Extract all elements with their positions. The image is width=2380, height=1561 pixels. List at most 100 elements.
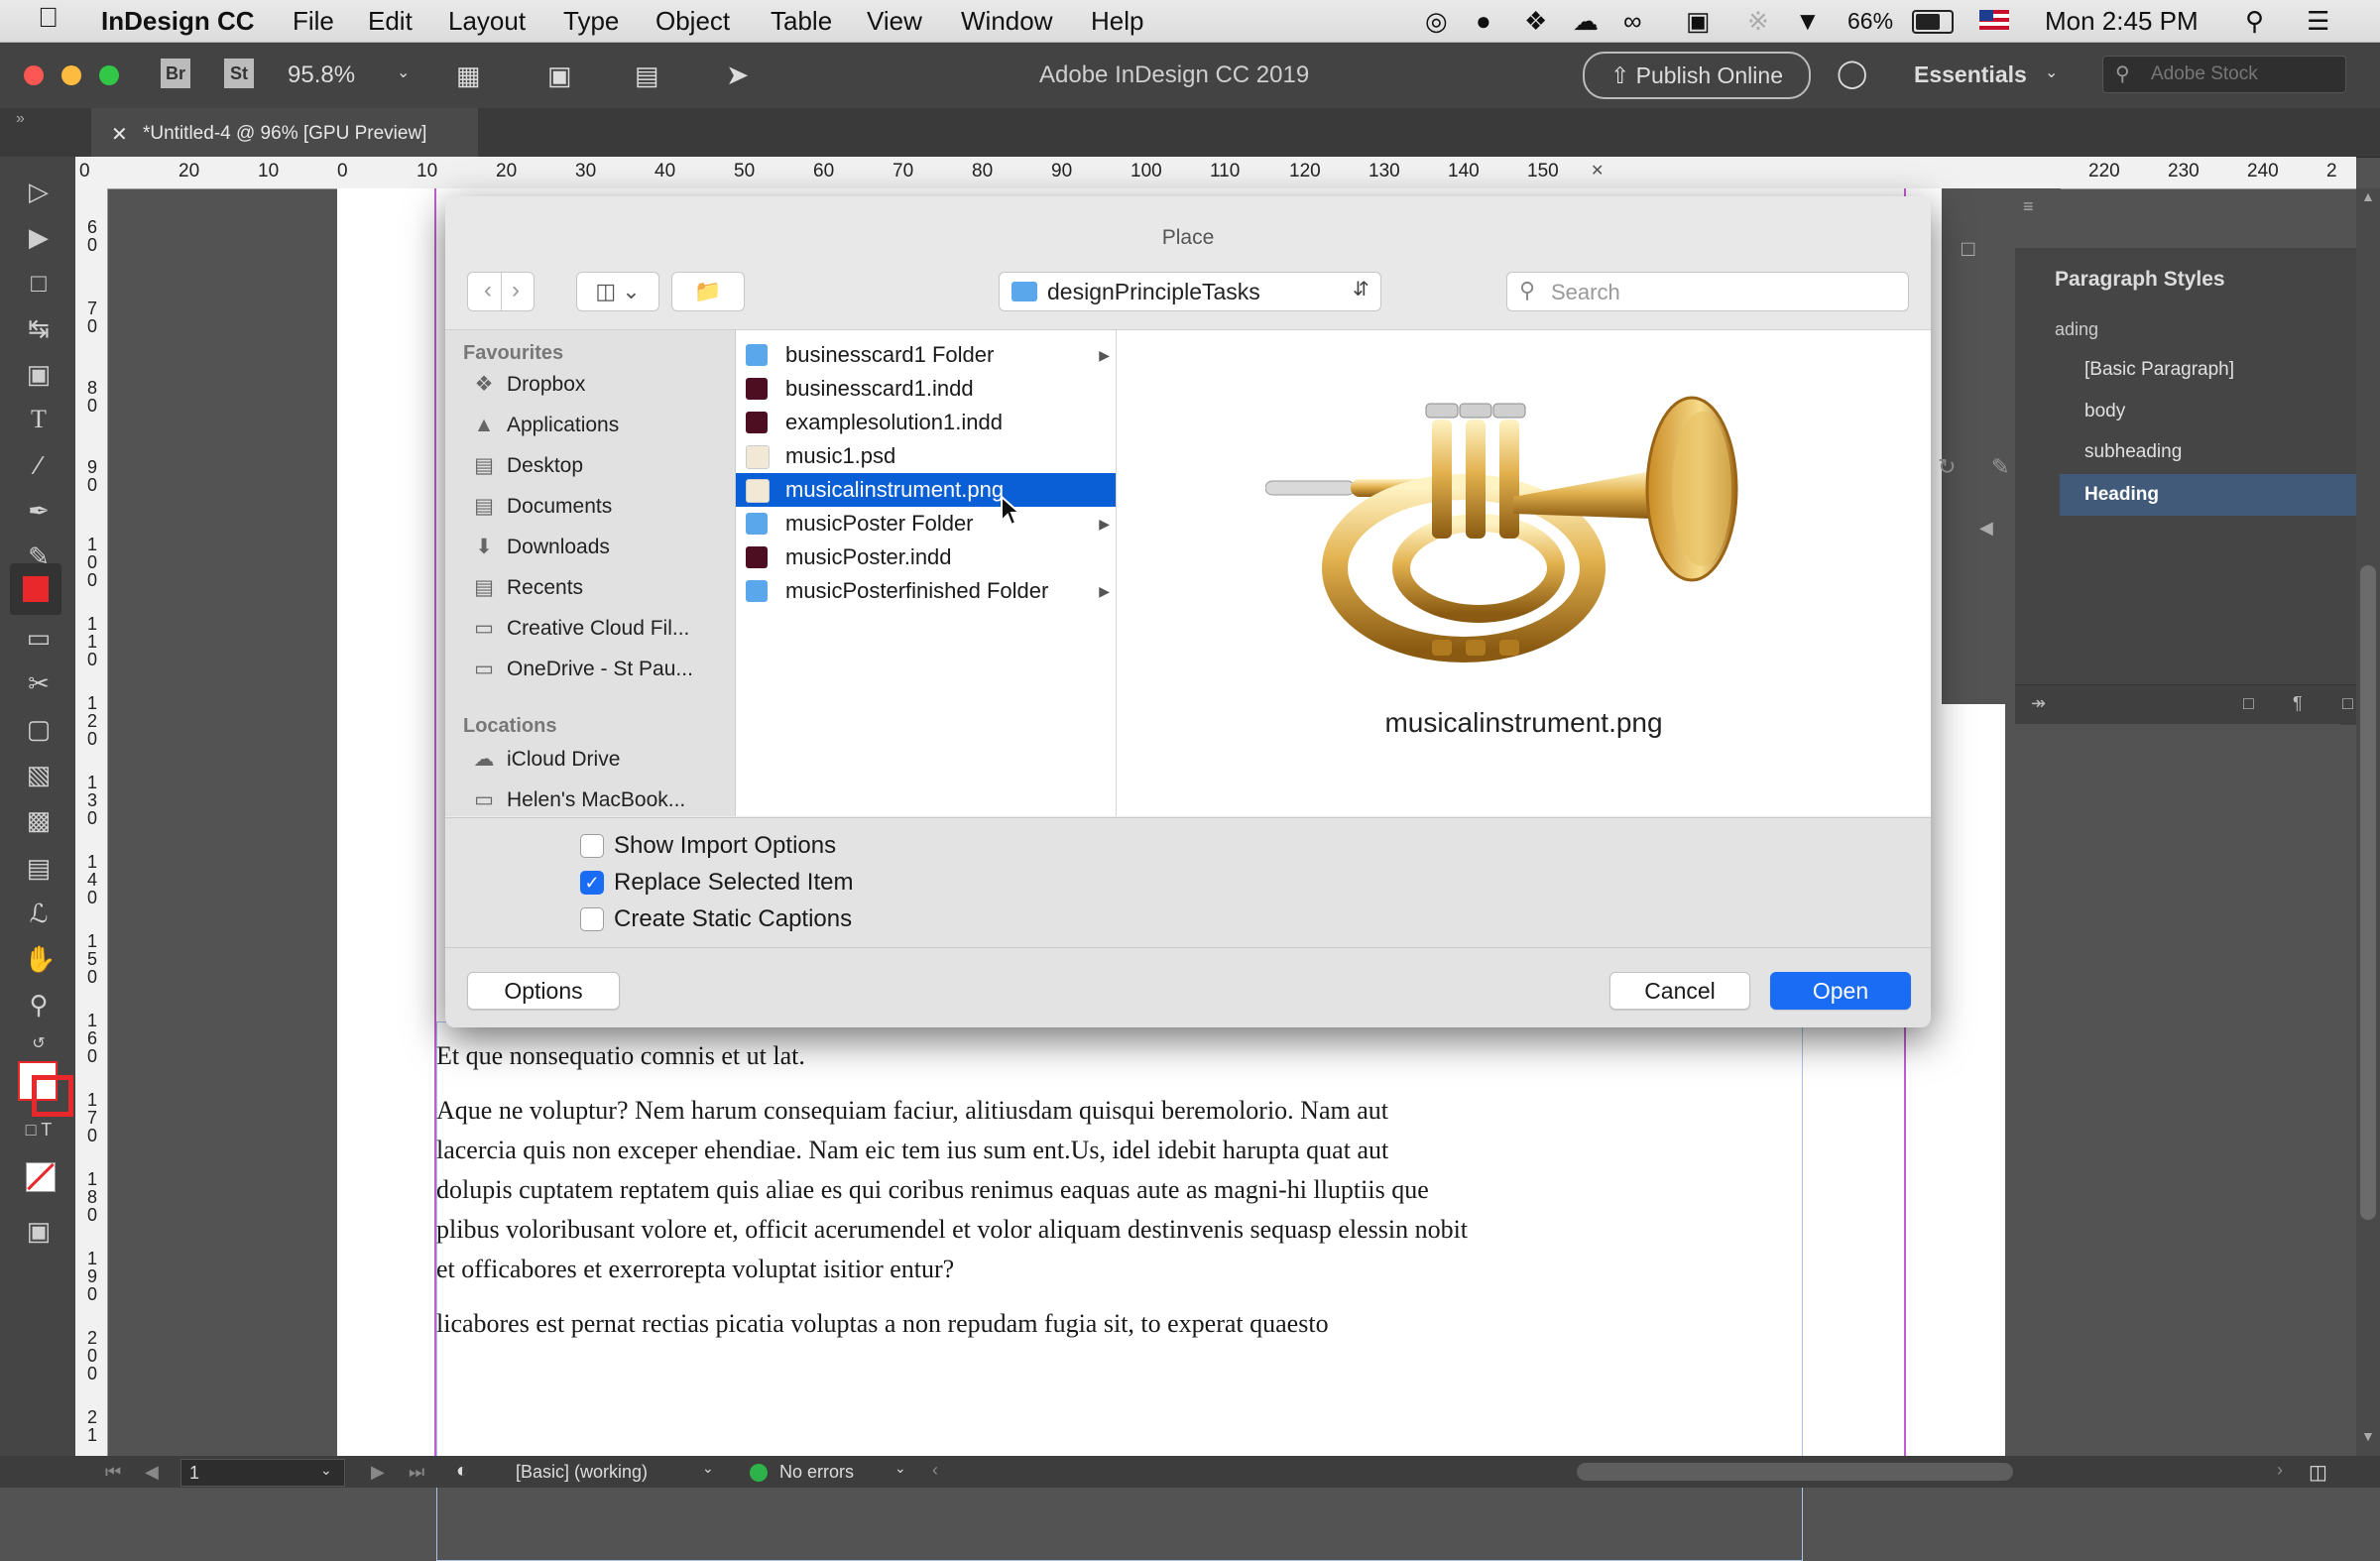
- creative-cloud-icon[interactable]: ◎: [1425, 6, 1448, 37]
- prev-arrow-icon[interactable]: ◀: [1979, 518, 1993, 539]
- file-item[interactable]: musicPoster Folder ▶: [736, 507, 1116, 540]
- close-window-icon[interactable]: [24, 65, 44, 85]
- sidebar-item-downloads[interactable]: ⬇ Downloads: [471, 531, 610, 564]
- adobe-cc-icon[interactable]: ∞: [1623, 6, 1642, 37]
- style-basic-paragraph[interactable]: [Basic Paragraph]: [2084, 359, 2234, 381]
- open-button[interactable]: Open: [1770, 972, 1911, 1010]
- minimize-window-icon[interactable]: [61, 65, 81, 85]
- sidebar-item-desktop[interactable]: ▤ Desktop: [471, 449, 583, 483]
- next-page-icon[interactable]: ▶: [371, 1462, 385, 1483]
- file-item[interactable]: musicPosterfinished Folder ▶: [736, 574, 1116, 608]
- cancel-button[interactable]: Cancel: [1609, 972, 1750, 1010]
- new-style-icon[interactable]: □: [2342, 693, 2353, 714]
- wifi-icon[interactable]: ▼: [1795, 6, 1821, 37]
- frame-tool-active[interactable]: [10, 563, 61, 615]
- menu-window[interactable]: Window: [961, 6, 1052, 37]
- notification-center-icon[interactable]: ☰: [2307, 6, 2329, 37]
- file-item[interactable]: music1.psd: [736, 439, 1116, 473]
- arrange-documents-icon[interactable]: ▤: [635, 60, 659, 91]
- style-overrides-icon[interactable]: ↠: [2031, 693, 2046, 714]
- sidebar-item-applications[interactable]: ▲ Applications: [471, 409, 620, 442]
- input-flag-icon[interactable]: [1979, 10, 2009, 30]
- menu-object[interactable]: Object: [655, 6, 730, 37]
- sidebar-item-creative-cloud[interactable]: ▭ Creative Cloud Fil...: [471, 612, 689, 646]
- first-page-icon[interactable]: ⏮: [105, 1462, 121, 1483]
- file-item[interactable]: musicPoster.indd: [736, 540, 1116, 574]
- menu-file[interactable]: File: [293, 6, 334, 37]
- horizontal-ruler[interactable]: 0 20 10 0 10 20 30 40 50 60 70 80 90 100…: [75, 157, 2356, 189]
- vertical-scrollbar[interactable]: ▲ ▼: [2356, 188, 2380, 1456]
- screen-mode-icon[interactable]: ▣: [547, 60, 572, 91]
- sidebar-item-icloud-drive[interactable]: ☁ iCloud Drive: [471, 743, 621, 777]
- replace-selected-item-checkbox[interactable]: ✓: [580, 871, 604, 895]
- publish-rocket-icon[interactable]: ➤: [726, 59, 749, 91]
- close-ruler-icon[interactable]: ✕: [1591, 161, 1604, 180]
- swap-fill-stroke-icon[interactable]: ↺: [24, 1029, 54, 1059]
- panel-title[interactable]: Paragraph Styles: [2055, 268, 2225, 292]
- cloud-icon[interactable]: ☁: [1573, 6, 1599, 37]
- apply-none-icon[interactable]: [26, 1162, 56, 1192]
- sidebar-item-recents[interactable]: ▤ Recents: [471, 571, 583, 605]
- gap-tool-icon[interactable]: ↹: [24, 313, 54, 343]
- back-arrow-icon[interactable]: ‹: [476, 277, 500, 304]
- app-menu[interactable]: InDesign CC: [101, 6, 255, 37]
- note-tool-icon[interactable]: ▤: [24, 853, 54, 883]
- pages-icon[interactable]: □: [1962, 236, 1974, 262]
- forward-arrow-icon[interactable]: ›: [504, 277, 528, 304]
- clock[interactable]: Mon 2:45 PM: [2045, 6, 2199, 37]
- show-import-options-checkbox[interactable]: [580, 834, 604, 858]
- menu-type[interactable]: Type: [563, 6, 619, 37]
- sidebar-item-dropbox[interactable]: ❖ Dropbox: [471, 368, 586, 402]
- spotlight-search-icon[interactable]: ⚲: [2245, 6, 2264, 37]
- scroll-left-icon[interactable]: ‹: [932, 1460, 938, 1481]
- new-folder-icon[interactable]: 📁: [671, 272, 745, 311]
- zoom-window-icon[interactable]: [99, 65, 119, 85]
- zoom-level[interactable]: 95.8%: [288, 61, 355, 89]
- stroke-swatch-icon[interactable]: [32, 1075, 73, 1117]
- gradient-feather-tool-icon[interactable]: ▩: [24, 805, 54, 835]
- create-static-captions-checkbox[interactable]: [580, 907, 604, 931]
- search-field[interactable]: ⚲ Search: [1506, 272, 1909, 311]
- vertical-ruler[interactable]: 6 0 7 0 8 0 9 0 1 0 0 1 1 0 1 2 0 1 3 0 …: [75, 188, 108, 1456]
- menu-help[interactable]: Help: [1091, 6, 1143, 37]
- new-group-icon[interactable]: □: [2243, 693, 2254, 714]
- menu-layout[interactable]: Layout: [448, 6, 526, 37]
- scroll-up-icon[interactable]: ▲: [2361, 188, 2375, 204]
- preflight-profile[interactable]: [Basic] (working): [516, 1462, 648, 1483]
- pen-tool-icon[interactable]: ✒: [24, 496, 54, 526]
- scroll-right-icon[interactable]: ›: [2277, 1460, 2283, 1481]
- file-item[interactable]: businesscard1.indd: [736, 372, 1116, 406]
- last-page-icon[interactable]: ⏭: [409, 1462, 424, 1483]
- folder-location-popup[interactable]: designPrincipleTasks ⇵: [999, 272, 1381, 311]
- adobe-stock-search[interactable]: ⚲ Adobe Stock: [2102, 56, 2346, 93]
- airplay-icon[interactable]: ▣: [1686, 6, 1711, 37]
- previous-page-icon[interactable]: ◀: [145, 1462, 159, 1483]
- style-heading-row[interactable]: Heading: [2060, 474, 2380, 516]
- sidebar-item-onedrive[interactable]: ▭ OneDrive - St Pau...: [471, 653, 693, 686]
- formatting-affects-icon[interactable]: □ T: [24, 1115, 54, 1144]
- split-window-icon[interactable]: ◫: [2309, 1460, 2327, 1485]
- errors-dropdown-chevron-icon[interactable]: ⌄: [894, 1460, 906, 1477]
- content-collector-icon[interactable]: ▣: [24, 359, 54, 389]
- file-item-selected[interactable]: musicalinstrument.png: [736, 473, 1116, 507]
- scroll-down-icon[interactable]: ▼: [2361, 1428, 2375, 1444]
- clear-overrides-icon[interactable]: ¶: [2293, 693, 2303, 714]
- menu-table[interactable]: Table: [771, 6, 832, 37]
- close-tab-icon[interactable]: ✕: [111, 122, 128, 147]
- expand-panels-icon[interactable]: »: [16, 110, 25, 128]
- workspace-switcher[interactable]: Essentials: [1914, 61, 2027, 88]
- page-number-field[interactable]: 1 ⌄: [180, 1459, 345, 1487]
- preflight-profile-icon[interactable]: ◐: [456, 1460, 468, 1483]
- selection-tool-icon[interactable]: ▷: [24, 177, 54, 206]
- menu-edit[interactable]: Edit: [368, 6, 413, 37]
- free-transform-tool-icon[interactable]: ▢: [24, 714, 54, 744]
- line-tool-icon[interactable]: ∕: [24, 450, 54, 480]
- edit-icon[interactable]: ✎: [1991, 454, 2009, 480]
- scrollbar-thumb[interactable]: [2360, 565, 2376, 1220]
- publish-online-button[interactable]: ⇧ Publish Online: [1583, 52, 1811, 99]
- workspace-chevron-icon[interactable]: ⌄: [2045, 62, 2058, 82]
- gradient-swatch-tool-icon[interactable]: ▧: [24, 760, 54, 789]
- view-mode-columns-icon[interactable]: ◫ ⌄: [576, 272, 659, 311]
- zoom-tool-icon[interactable]: ⚲: [24, 990, 54, 1020]
- sidebar-item-macbook[interactable]: ▭ Helen's MacBook...: [471, 783, 685, 817]
